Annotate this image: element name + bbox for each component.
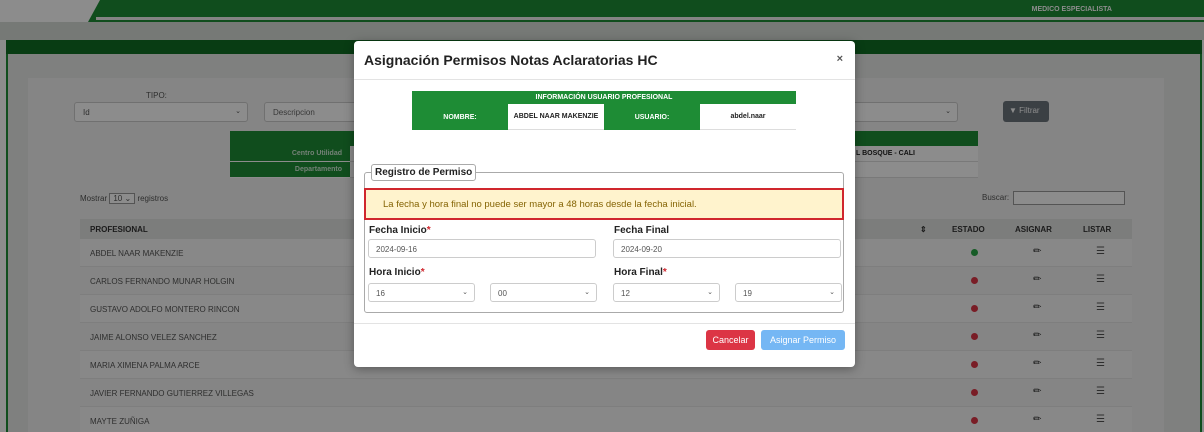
chevron-down-icon: ⌄	[829, 289, 835, 296]
assign-permission-button[interactable]: Asignar Permiso	[761, 330, 845, 350]
required-marker: *	[420, 267, 425, 278]
modal-title: Asignación Permisos Notas Aclaratorias H…	[364, 52, 658, 68]
hora-final-minute-value: 19	[743, 289, 752, 298]
user-info-header: INFORMACIÓN USUARIO PROFESIONAL	[412, 91, 796, 104]
user-info-row: NOMBRE: ABDEL NAAR MAKENZIE USUARIO: abd…	[412, 104, 796, 130]
hora-inicio-label: Hora Inicio*	[369, 267, 425, 278]
permission-fieldset: Registro de Permiso La fecha y hora fina…	[364, 164, 844, 313]
permission-modal: Asignación Permisos Notas Aclaratorias H…	[354, 41, 855, 367]
hora-final-hour-select[interactable]: 12 ⌄	[613, 283, 720, 302]
close-icon[interactable]: ×	[837, 53, 843, 65]
user-info-table: INFORMACIÓN USUARIO PROFESIONAL NOMBRE: …	[412, 91, 796, 130]
fecha-inicio-input[interactable]: 2024-09-16	[368, 239, 596, 258]
usuario-value: abdel.naar	[700, 104, 796, 130]
fecha-inicio-label-text: Fecha Inicio	[369, 225, 427, 236]
hora-inicio-hour-value: 16	[376, 289, 385, 298]
hora-inicio-label-text: Hora Inicio	[369, 267, 421, 278]
hora-inicio-hour-select[interactable]: 16 ⌄	[368, 283, 475, 302]
chevron-down-icon: ⌄	[462, 289, 468, 296]
fecha-inicio-label: Fecha Inicio*	[369, 225, 431, 236]
divider	[354, 323, 855, 324]
hora-inicio-minute-select[interactable]: 00 ⌄	[490, 283, 597, 302]
nombre-value: ABDEL NAAR MAKENZIE	[508, 104, 604, 130]
hora-final-minute-select[interactable]: 19 ⌄	[735, 283, 842, 302]
hora-final-label: Hora Final*	[614, 267, 667, 278]
chevron-down-icon: ⌄	[707, 289, 713, 296]
divider	[354, 79, 855, 80]
chevron-down-icon: ⌄	[584, 289, 590, 296]
validation-alert: La fecha y hora final no puede ser mayor…	[364, 188, 844, 220]
hora-final-hour-value: 12	[621, 289, 630, 298]
hora-final-label-text: Hora Final	[614, 267, 663, 278]
cancel-button[interactable]: Cancelar	[706, 330, 755, 350]
hora-inicio-minute-value: 00	[498, 289, 507, 298]
fecha-final-input[interactable]: 2024-09-20	[613, 239, 841, 258]
required-marker: *	[426, 225, 431, 236]
nombre-label: NOMBRE:	[412, 104, 508, 130]
fieldset-legend: Registro de Permiso	[371, 164, 477, 181]
fecha-final-label: Fecha Final	[614, 225, 670, 236]
usuario-label: USUARIO:	[604, 104, 700, 130]
required-marker: *	[662, 267, 667, 278]
